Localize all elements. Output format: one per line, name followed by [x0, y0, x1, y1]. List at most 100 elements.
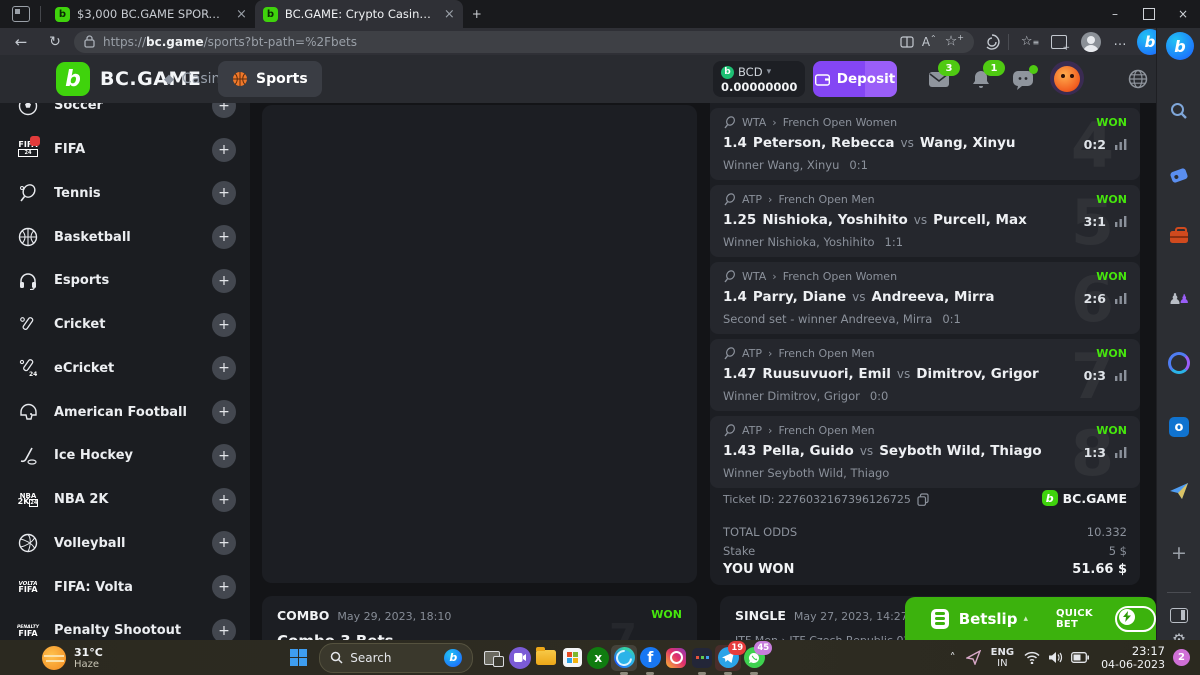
collections-icon[interactable]: + — [1051, 35, 1067, 49]
workspaces-icon[interactable] — [12, 6, 30, 22]
sidebar-item-penalty-shootout[interactable]: PENALTYFIFA Penalty Shootout + — [0, 609, 250, 640]
bet-leg[interactable]: 7 ATP›French Open Men WON 1.47Ruusuvuori… — [710, 339, 1140, 411]
close-tab-icon[interactable]: × — [444, 7, 455, 22]
read-aloud-icon[interactable]: A⌃ — [922, 34, 937, 49]
stats-bars-icon[interactable] — [1115, 293, 1127, 304]
file-explorer-icon[interactable] — [533, 645, 559, 671]
betslip-button[interactable]: Betslip ▴ QUICK BET — [905, 597, 1156, 640]
stats-bars-icon[interactable] — [1115, 139, 1127, 150]
browser-menu-icon[interactable]: … — [1107, 34, 1133, 49]
shopping-icon[interactable] — [1166, 162, 1192, 188]
chat-app-icon[interactable] — [507, 645, 533, 671]
split-screen-icon[interactable] — [900, 35, 914, 49]
outlook-icon[interactable]: o — [1166, 414, 1192, 440]
clock-widget[interactable]: 23:17 04-06-2023 — [1101, 645, 1165, 671]
language-indicator[interactable]: ENG IN — [991, 647, 1014, 669]
telegram-icon[interactable]: 19 — [715, 645, 741, 671]
speaker-icon[interactable] — [1048, 651, 1063, 664]
drop-icon[interactable] — [1166, 478, 1192, 504]
expand-plus-button[interactable]: + — [212, 619, 236, 640]
sidebar-item-ecricket[interactable]: 24 eCricket + — [0, 347, 250, 391]
bing-chat-icon[interactable]: b — [1166, 32, 1194, 60]
copy-icon[interactable] — [917, 493, 929, 506]
globe-icon[interactable] — [1128, 69, 1148, 89]
sidebar-item-fifa-volta[interactable]: VOLTAFIFA FIFA: Volta + — [0, 565, 250, 609]
favorites-icon[interactable]: ☆≡ — [1017, 34, 1043, 49]
expand-plus-button[interactable]: + — [212, 356, 236, 380]
facebook-icon[interactable]: f — [637, 645, 663, 671]
league: ATP — [742, 193, 762, 206]
user-avatar[interactable] — [1050, 61, 1084, 95]
expand-plus-button[interactable]: + — [212, 531, 236, 555]
bet-leg[interactable]: 8 ATP›French Open Men WON 1.43Pella, Gui… — [710, 416, 1140, 488]
expand-plus-button[interactable]: + — [212, 400, 236, 424]
browser-tab-2-active[interactable]: b BC.GAME: Crypto Casino Games × — [255, 0, 463, 28]
whatsapp-icon[interactable]: 45 — [741, 645, 767, 671]
notification-count-badge[interactable]: 2 — [1173, 649, 1190, 666]
browser-essentials-icon[interactable] — [984, 34, 1000, 50]
combo-bet-card[interactable]: COMBO May 29, 2023, 18:10 WON Combo 3 Be… — [262, 596, 697, 640]
address-bar[interactable]: https://bc.game/sports?bt-path=%2Fbets A… — [74, 31, 974, 53]
wifi-icon[interactable] — [1024, 651, 1040, 664]
bet-leg[interactable]: 4 WTA›French Open Women WON 1.4Peterson,… — [710, 108, 1140, 180]
battery-icon[interactable] — [1071, 652, 1089, 663]
edge-browser-icon[interactable] — [611, 645, 637, 671]
tools-icon[interactable] — [1166, 224, 1192, 250]
add-sidebar-item-icon[interactable]: + — [1166, 540, 1192, 566]
sidebar-item-tennis[interactable]: Tennis + — [0, 172, 250, 216]
sidebar-item-cricket[interactable]: Cricket + — [0, 303, 250, 347]
stats-bars-icon[interactable] — [1115, 216, 1127, 227]
sports-sidebar: Soccer + FIFA24 FIFA + Tennis + Basketba… — [0, 103, 250, 640]
deposit-button[interactable]: Deposit — [813, 61, 897, 97]
nav-sports[interactable]: Sports — [218, 61, 322, 97]
taskbar-search-box[interactable]: Search b — [319, 643, 473, 673]
back-icon[interactable]: ← — [8, 33, 34, 51]
refresh-icon[interactable]: ↻ — [42, 34, 68, 50]
browser-tab-1[interactable]: b $3,000 BC.GAME SPORTS PARLAY × — [47, 0, 255, 28]
pen-cursor-icon[interactable] — [966, 650, 981, 665]
search-icon[interactable] — [1166, 98, 1192, 124]
stats-bars-icon[interactable] — [1115, 370, 1127, 381]
expand-plus-button[interactable]: + — [212, 138, 236, 162]
instagram-icon[interactable] — [663, 645, 689, 671]
expand-plus-button[interactable]: + — [212, 103, 236, 118]
expand-plus-button[interactable]: + — [212, 181, 236, 205]
bet-leg[interactable]: 5 ATP›French Open Men WON 1.25Nishioka, … — [710, 185, 1140, 257]
sidebar-item-soccer[interactable]: Soccer + — [0, 103, 250, 128]
sidebar-item-volleyball[interactable]: Volleyball + — [0, 522, 250, 566]
xbox-icon[interactable]: x — [585, 645, 611, 671]
expand-plus-button[interactable]: + — [212, 575, 236, 599]
task-view-button[interactable] — [481, 645, 507, 671]
terminal-app-icon[interactable] — [689, 645, 715, 671]
sidebar-item-nba2k[interactable]: NBA2K24 NBA 2K + — [0, 478, 250, 522]
sidebar-item-esports[interactable]: Esports + — [0, 259, 250, 303]
sidebar-item-basketball[interactable]: Basketball + — [0, 215, 250, 259]
expand-plus-button[interactable]: + — [212, 488, 236, 512]
window-close-button[interactable]: × — [1166, 0, 1200, 28]
loop-icon[interactable] — [1166, 350, 1192, 376]
window-minimize-button[interactable]: – — [1098, 0, 1132, 28]
expand-plus-button[interactable]: + — [212, 225, 236, 249]
sidebar-panel-icon[interactable] — [1166, 602, 1192, 628]
new-tab-button[interactable]: + — [463, 0, 491, 28]
quick-bet-toggle[interactable] — [1115, 606, 1156, 632]
close-tab-icon[interactable]: × — [236, 7, 247, 22]
tray-expand-icon[interactable]: ˄ — [950, 651, 956, 665]
window-maximize-button[interactable] — [1132, 0, 1166, 28]
expand-plus-button[interactable]: + — [212, 444, 236, 468]
sidebar-item-fifa[interactable]: FIFA24 FIFA + — [0, 128, 250, 172]
wallet-balance[interactable]: b BCD ▾ 0.00000000 — [713, 61, 805, 97]
sidebar-item-ice-hockey[interactable]: Ice Hockey + — [0, 434, 250, 478]
stats-bars-icon[interactable] — [1115, 447, 1127, 458]
add-favorite-icon[interactable]: ☆+ — [945, 33, 964, 50]
microsoft-store-icon[interactable] — [559, 645, 585, 671]
start-button[interactable] — [285, 645, 311, 671]
games-icon[interactable]: ♟♟ — [1166, 286, 1192, 312]
bet-leg[interactable]: 6 WTA›French Open Women WON 1.4Parry, Di… — [710, 262, 1140, 334]
taskbar-weather-widget[interactable]: 31°C Haze — [42, 646, 103, 670]
bcgame-logo-icon[interactable]: b — [56, 62, 90, 96]
expand-plus-button[interactable]: + — [212, 313, 236, 337]
sidebar-item-american-football[interactable]: American Football + — [0, 390, 250, 434]
expand-plus-button[interactable]: + — [212, 269, 236, 293]
profile-avatar[interactable] — [1081, 32, 1101, 52]
